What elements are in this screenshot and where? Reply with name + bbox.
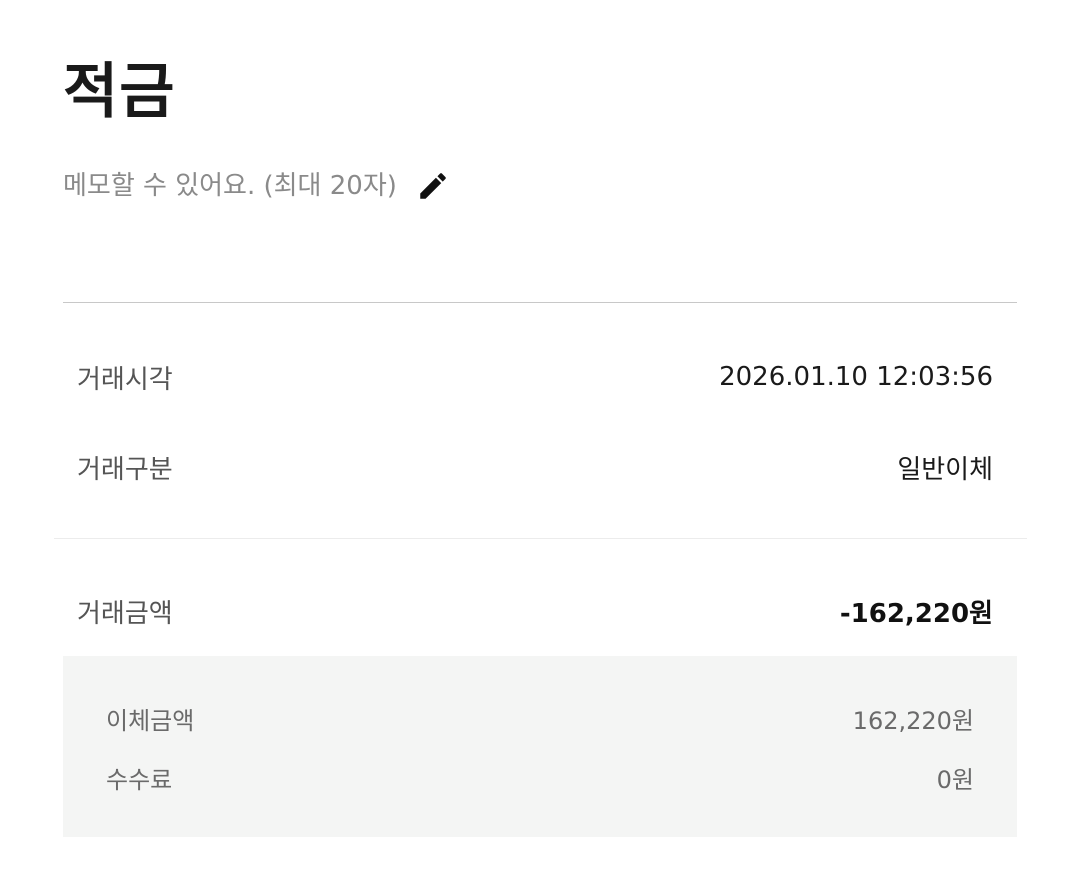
transfer-amount-row: 이체금액 162,220원 <box>106 698 974 738</box>
page-title: 적금 <box>63 57 176 127</box>
transfer-amount-label: 이체금액 <box>106 706 195 735</box>
section-divider <box>63 302 1017 303</box>
memo-placeholder[interactable]: 메모할 수 있어요. (최대 20자) <box>63 166 397 206</box>
transaction-time-label: 거래시각 <box>77 364 173 395</box>
transfer-amount-value: 162,220원 <box>852 706 974 735</box>
memo-edit[interactable]: 메모할 수 있어요. (최대 20자) <box>63 166 451 206</box>
transaction-amount-value: -162,220원 <box>839 598 993 629</box>
fee-row: 수수료 0원 <box>106 757 974 797</box>
transaction-amount-label: 거래금액 <box>77 598 173 629</box>
transaction-type-row: 거래구분 일반이체 <box>77 445 993 489</box>
transaction-type-value: 일반이체 <box>897 454 993 485</box>
transaction-type-label: 거래구분 <box>77 454 173 485</box>
transaction-amount-row: 거래금액 -162,220원 <box>77 589 993 633</box>
amount-detail-box: 이체금액 162,220원 수수료 0원 <box>63 656 1017 837</box>
section-divider-light <box>54 538 1027 539</box>
fee-label: 수수료 <box>106 765 173 794</box>
transaction-time-row: 거래시각 2026.01.10 12:03:56 <box>77 355 993 399</box>
transaction-time-value: 2026.01.10 12:03:56 <box>719 362 993 392</box>
fee-value: 0원 <box>936 765 974 794</box>
pencil-icon[interactable] <box>415 168 451 204</box>
